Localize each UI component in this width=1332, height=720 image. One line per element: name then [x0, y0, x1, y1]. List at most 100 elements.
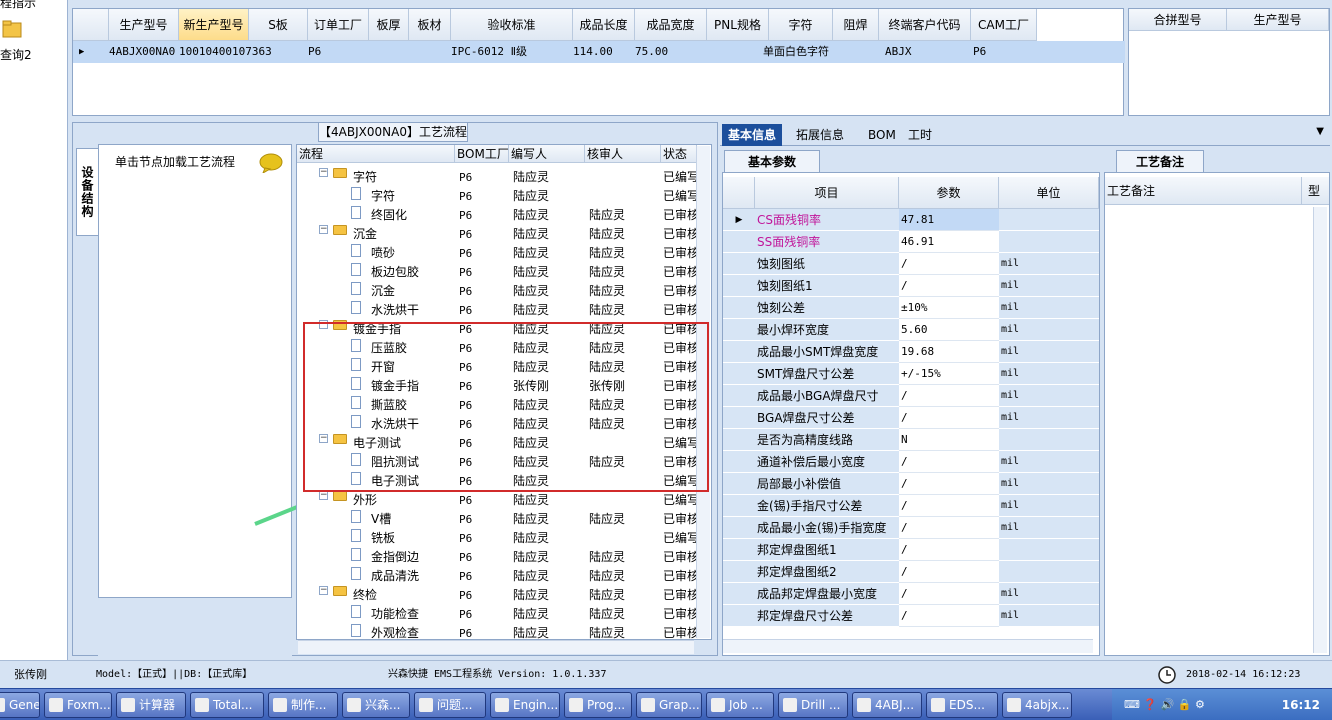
param-value[interactable]: 47.81	[899, 209, 999, 231]
tree-row[interactable]: 外观检查 P6 陆应灵 陆应灵 已审核	[297, 624, 699, 639]
tab-right-0[interactable]: 基本信息	[722, 124, 783, 146]
param-value[interactable]: /	[899, 539, 999, 561]
collapse-icon[interactable]: −	[319, 586, 328, 595]
param-value[interactable]: /	[899, 605, 999, 627]
tab-basic-params[interactable]: 基本参数	[724, 150, 820, 172]
tree-col-header[interactable]: 核审人	[585, 145, 661, 163]
taskbar-button[interactable]: Drill ...	[778, 692, 848, 718]
cell-order-factory[interactable]: P6	[308, 41, 321, 63]
tree-row[interactable]: V槽 P6 陆应灵 陆应灵 已审核	[297, 510, 699, 529]
tab-process-notes[interactable]: 工艺备注	[1116, 150, 1204, 172]
params-row[interactable]: SMT焊盘尺寸公差 +/-15% mil	[723, 363, 1099, 385]
params-row[interactable]: 邦定焊盘尺寸公差 / mil	[723, 605, 1099, 627]
nav-item-query2[interactable]: 查询2	[0, 46, 32, 63]
merge-col-header[interactable]: 生产型号	[1227, 9, 1329, 31]
params-row[interactable]: SS面残铜率 46.91	[723, 231, 1099, 253]
param-value[interactable]: /	[899, 407, 999, 429]
params-row[interactable]: 成品最小BGA焊盘尺寸 / mil	[723, 385, 1099, 407]
params-col-header[interactable]: 单位	[999, 177, 1099, 209]
tree-row[interactable]: 沉金 P6 陆应灵 陆应灵 已审核	[297, 282, 699, 301]
params-col-header[interactable]: 项目	[755, 177, 899, 209]
tree-col-header[interactable]: BOM工厂	[455, 145, 509, 163]
params-hscrollbar[interactable]	[723, 639, 1093, 653]
params-row[interactable]: 成品最小SMT焊盘宽度 19.68 mil	[723, 341, 1099, 363]
tray-icons[interactable]: ⌨ ❓ 🔊 🔒 ⚙	[1124, 689, 1205, 720]
tree-row[interactable]: 水洗烘干 P6 陆应灵 陆应灵 已审核	[297, 301, 699, 320]
taskbar-button[interactable]: 4ABJ...	[852, 692, 922, 718]
tab-menu-icon[interactable]: ▼	[1316, 126, 1324, 137]
grid-col-header[interactable]: 板材	[409, 9, 451, 41]
taskbar-button[interactable]: EDS...	[926, 692, 998, 718]
tab-equipment-structure[interactable]: 设备结构	[76, 148, 98, 236]
taskbar-button[interactable]: 4abjx...	[1002, 692, 1072, 718]
grid-col-header[interactable]: 成品宽度	[635, 9, 707, 41]
param-value[interactable]: /	[899, 561, 999, 583]
merge-col-header[interactable]: 合拼型号	[1129, 9, 1227, 31]
taskbar-button[interactable]: Total...	[190, 692, 264, 718]
param-value[interactable]: 46.91	[899, 231, 999, 253]
param-value[interactable]: /	[899, 275, 999, 297]
tree-row[interactable]: 喷砂 P6 陆应灵 陆应灵 已审核	[297, 244, 699, 263]
param-value[interactable]: +/-15%	[899, 363, 999, 385]
grid-col-header[interactable]: 字符	[769, 9, 833, 41]
taskbar-button[interactable]: Grap...	[636, 692, 702, 718]
params-row[interactable]: 蚀刻图纸1/mil	[723, 275, 1099, 297]
tree-row[interactable]: 铣板 P6 陆应灵 已编写	[297, 529, 699, 548]
param-value[interactable]: /	[899, 473, 999, 495]
cell-customer[interactable]: ABJX	[885, 41, 912, 63]
params-row[interactable]: 蚀刻图纸 / mil	[723, 253, 1099, 275]
nav-item-1[interactable]: 程指示	[0, 0, 36, 11]
tree-row[interactable]: − 终检 P6 陆应灵 陆应灵 已审核	[297, 586, 699, 605]
grid-col-header[interactable]: PNL规格	[707, 9, 769, 41]
params-row[interactable]: 邦定焊盘图纸2/	[723, 561, 1099, 583]
param-value[interactable]: /	[899, 253, 999, 275]
folder-icon[interactable]	[2, 18, 22, 40]
taskbar-button[interactable]: 问题...	[414, 692, 486, 718]
collapse-icon[interactable]: −	[319, 491, 328, 500]
taskbar-button[interactable]: Gene...	[0, 692, 40, 718]
tree-row[interactable]: 成品清洗 P6 陆应灵 陆应灵 已审核	[297, 567, 699, 586]
param-value[interactable]: /	[899, 451, 999, 473]
param-value[interactable]: 5.60	[899, 319, 999, 341]
params-row[interactable]: 邦定焊盘图纸1/	[723, 539, 1099, 561]
params-row[interactable]: 成品邦定焊盘最小宽度 / mil	[723, 583, 1099, 605]
node-pane[interactable]: 单击节点加载工艺流程	[98, 144, 292, 598]
cell-cam[interactable]: P6	[973, 41, 986, 63]
tree-row[interactable]: 字符 P6 陆应灵 已编写	[297, 187, 699, 206]
collapse-icon[interactable]: −	[319, 168, 328, 177]
tree-row[interactable]: 板边包胶 P6 陆应灵 陆应灵 已审核	[297, 263, 699, 282]
tab-right-2[interactable]: BOM	[862, 124, 902, 146]
param-value[interactable]: 19.68	[899, 341, 999, 363]
params-row[interactable]: BGA焊盘尺寸公差 / mil	[723, 407, 1099, 429]
collapse-icon[interactable]: −	[319, 225, 328, 234]
tab-right-3[interactable]: 工时	[902, 124, 938, 146]
params-row[interactable]: 是否为高精度线路 N	[723, 429, 1099, 451]
cell-standard[interactable]: IPC-6012 Ⅱ级	[451, 41, 527, 63]
tree-row[interactable]: 金指倒边 P6 陆应灵 陆应灵 已审核	[297, 548, 699, 567]
taskbar-button[interactable]: Engin...	[490, 692, 560, 718]
tree-col-header[interactable]: 流程	[297, 145, 455, 163]
params-row[interactable]: 成品最小金(锡)手指宽度 / mil	[723, 517, 1099, 539]
params-row[interactable]: 通道补偿后最小宽度 / mil	[723, 451, 1099, 473]
grid-col-header[interactable]: 新生产型号	[179, 9, 249, 41]
grid-col-header[interactable]: 生产型号	[109, 9, 179, 41]
grid-col-header[interactable]: 订单工厂	[308, 9, 369, 41]
taskbar-button[interactable]: 制作...	[268, 692, 338, 718]
tab-right-1[interactable]: 拓展信息	[790, 124, 850, 146]
tree-col-header[interactable]: 编写人	[509, 145, 585, 163]
taskbar-button[interactable]: Foxm...	[44, 692, 112, 718]
param-value[interactable]: /	[899, 583, 999, 605]
cell-new-prod-model[interactable]: 10010400107363	[179, 41, 272, 63]
grid-col-header[interactable]: 终端客户代码	[879, 9, 971, 41]
tree-row[interactable]: − 外形 P6 陆应灵 已编写	[297, 491, 699, 510]
tree-row[interactable]: − 沉金 P6 陆应灵 陆应灵 已审核	[297, 225, 699, 244]
cell-width[interactable]: 75.00	[635, 41, 668, 63]
tree-row[interactable]: 功能检查 P6 陆应灵 陆应灵 已审核	[297, 605, 699, 624]
param-value[interactable]: /	[899, 495, 999, 517]
param-value[interactable]: /	[899, 517, 999, 539]
param-value[interactable]: /	[899, 385, 999, 407]
notes-pane[interactable]: 工艺备注 型	[1104, 172, 1330, 656]
grid-col-header[interactable]: 板厚	[369, 9, 409, 41]
params-row[interactable]: ▶ CS面残铜率 47.81	[723, 209, 1099, 231]
tree-row[interactable]: − 字符 P6 陆应灵 已编写	[297, 168, 699, 187]
